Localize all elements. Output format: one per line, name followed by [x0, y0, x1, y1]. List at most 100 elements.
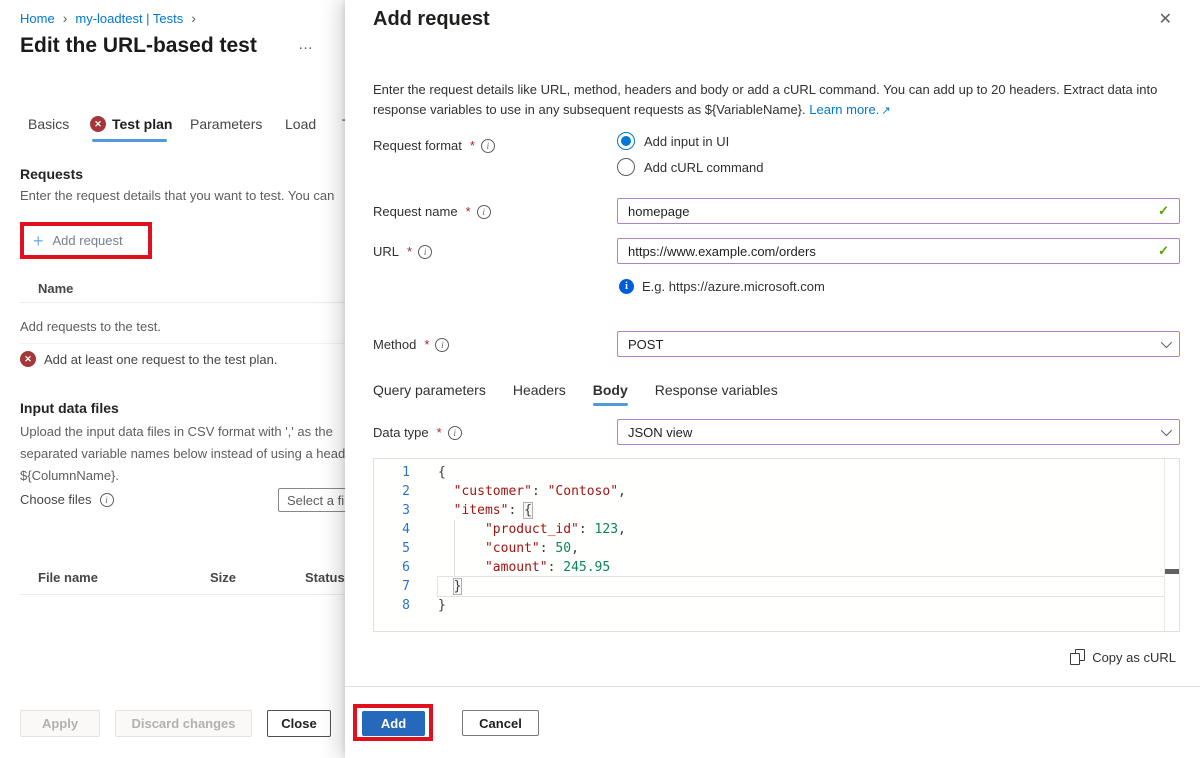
- info-icon[interactable]: i: [435, 338, 449, 352]
- radio-selected-icon: [617, 132, 635, 150]
- apply-button[interactable]: Apply: [20, 710, 100, 737]
- add-button[interactable]: Add: [362, 711, 425, 736]
- panel-description-line2: response variables to use in any subsequ…: [373, 102, 891, 117]
- info-icon[interactable]: i: [477, 205, 491, 219]
- more-actions-button[interactable]: …: [298, 36, 314, 53]
- radio-add-curl-command[interactable]: Add cURL command: [617, 158, 763, 176]
- chevron-down-icon: [1161, 337, 1172, 348]
- request-name-label: Request name* i: [373, 204, 491, 219]
- divider: [20, 302, 345, 303]
- line-number: 7: [374, 577, 410, 596]
- info-icon[interactable]: i: [481, 139, 495, 153]
- input-files-section-title: Input data files: [20, 400, 119, 416]
- tab-query-parameters[interactable]: Query parameters: [373, 382, 486, 406]
- line-number: 3: [374, 501, 410, 520]
- status-header: Status: [305, 570, 345, 585]
- tab-body[interactable]: Body: [593, 382, 628, 406]
- info-icon[interactable]: i: [418, 245, 432, 259]
- error-circle-icon: [20, 351, 36, 367]
- select-file-button[interactable]: Select a fil: [278, 488, 345, 512]
- breadcrumb-chevron-icon: ›: [191, 10, 196, 26]
- url-hint: i E.g. https://azure.microsoft.com: [619, 279, 825, 294]
- active-tab-underline: [92, 139, 167, 142]
- data-type-label-text: Data type: [373, 425, 429, 440]
- code-line[interactable]: 2 "customer": "Contoso",: [374, 482, 1164, 501]
- radio-label: Add cURL command: [644, 160, 763, 175]
- line-number: 8: [374, 596, 410, 615]
- panel-title: Add request: [373, 8, 490, 31]
- request-format-label: Request format* i: [373, 138, 495, 153]
- choose-files-row: Choose files i: [20, 492, 114, 507]
- add-request-button[interactable]: + Add request: [24, 226, 148, 255]
- data-type-label: Data type* i: [373, 425, 462, 440]
- url-input[interactable]: https://www.example.com/orders ✓: [617, 238, 1180, 264]
- request-detail-tabs: Query parameters Headers Body Response v…: [373, 382, 778, 406]
- close-icon[interactable]: ✕: [1159, 12, 1172, 28]
- line-content: "count": 50,: [438, 539, 1164, 558]
- annotation-box-add-request: + Add request: [20, 222, 152, 259]
- json-body-editor[interactable]: 1{2 "customer": "Contoso",3 "items": {4 …: [373, 458, 1180, 632]
- code-line[interactable]: 6 "amount": 245.95: [374, 558, 1164, 577]
- copy-as-curl-label: Copy as cURL: [1092, 650, 1176, 665]
- info-icon[interactable]: i: [448, 426, 462, 440]
- divider: [20, 343, 345, 344]
- code-line[interactable]: 7 }: [374, 577, 1164, 596]
- tab-parameters[interactable]: Parameters: [190, 116, 262, 132]
- url-label: URL* i: [373, 244, 432, 259]
- line-number: 6: [374, 558, 410, 577]
- info-filled-icon: i: [619, 279, 634, 294]
- error-circle-icon: [90, 116, 106, 132]
- editor-scrollbar[interactable]: [1164, 459, 1179, 631]
- external-link-icon: ↗: [881, 105, 890, 117]
- tab-response-variables[interactable]: Response variables: [655, 382, 778, 406]
- url-hint-text: E.g. https://azure.microsoft.com: [642, 279, 825, 294]
- method-value: POST: [628, 337, 1161, 352]
- file-name-header: File name: [38, 570, 98, 585]
- input-files-description-line1: Upload the input data files in CSV forma…: [20, 424, 333, 439]
- panel-description-line2-text: response variables to use in any subsequ…: [373, 102, 806, 117]
- data-type-dropdown[interactable]: JSON view: [617, 419, 1180, 445]
- code-line[interactable]: 8}: [374, 596, 1164, 615]
- line-number: 5: [374, 539, 410, 558]
- breadcrumb-chevron-icon: ›: [63, 10, 68, 26]
- copy-icon: [1070, 649, 1085, 665]
- tab-basics[interactable]: Basics: [28, 116, 69, 132]
- url-label-text: URL: [373, 244, 399, 259]
- code-line[interactable]: 3 "items": {: [374, 501, 1164, 520]
- line-number: 4: [374, 520, 410, 539]
- footer-divider: [345, 686, 1200, 687]
- tab-test-plan[interactable]: Test plan: [90, 116, 172, 132]
- line-content: "items": {: [438, 501, 1164, 520]
- request-name-value: homepage: [628, 204, 1158, 219]
- code-line[interactable]: 1{: [374, 463, 1164, 482]
- tab-headers[interactable]: Headers: [513, 382, 566, 406]
- discard-changes-button[interactable]: Discard changes: [115, 710, 252, 737]
- info-icon[interactable]: i: [100, 493, 114, 507]
- app-window: Home › my-loadtest | Tests › Edit the UR…: [0, 0, 1200, 758]
- code-line[interactable]: 5 "count": 50,: [374, 539, 1164, 558]
- copy-as-curl-button[interactable]: Copy as cURL: [1070, 649, 1176, 665]
- radio-add-input-in-ui[interactable]: Add input in UI: [617, 132, 729, 150]
- radio-label: Add input in UI: [644, 134, 729, 149]
- learn-more-link[interactable]: Learn more.: [809, 102, 879, 117]
- line-content: "customer": "Contoso",: [438, 482, 1164, 501]
- code-line[interactable]: 4 "product_id": 123,: [374, 520, 1164, 539]
- method-dropdown[interactable]: POST: [617, 331, 1180, 357]
- requests-empty-message: Add requests to the test.: [20, 319, 161, 334]
- valid-check-icon: ✓: [1158, 243, 1169, 259]
- close-button[interactable]: Close: [267, 710, 331, 737]
- breadcrumb-home-link[interactable]: Home: [20, 11, 55, 26]
- request-name-input[interactable]: homepage ✓: [617, 198, 1180, 224]
- choose-files-label: Choose files: [20, 492, 92, 507]
- breadcrumb: Home › my-loadtest | Tests ›: [20, 10, 196, 26]
- line-content: {: [438, 463, 1164, 482]
- required-mark: *: [424, 337, 429, 352]
- page-title: Edit the URL-based test: [20, 34, 257, 58]
- data-type-value: JSON view: [628, 425, 1161, 440]
- tab-load[interactable]: Load: [285, 116, 316, 132]
- line-number: 2: [374, 482, 410, 501]
- edit-test-page: Home › my-loadtest | Tests › Edit the UR…: [0, 0, 345, 758]
- breadcrumb-tests-link[interactable]: my-loadtest | Tests: [75, 11, 183, 26]
- cancel-button[interactable]: Cancel: [462, 710, 539, 736]
- input-files-description-line2: separated variable names below instead o…: [20, 446, 345, 461]
